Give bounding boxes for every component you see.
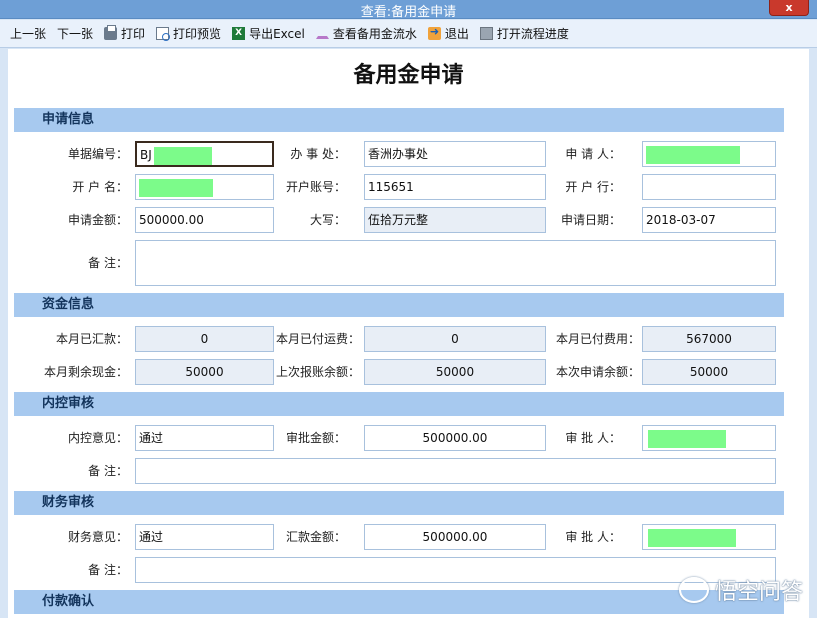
- watermark-text: 悟空问答: [714, 580, 803, 605]
- exit-button[interactable]: 退出: [424, 23, 473, 45]
- apply-balance-field: 50000: [642, 359, 776, 385]
- watermark-logo-icon: [678, 577, 709, 603]
- exit-label: 退出: [444, 27, 469, 41]
- cash-left-label: 本月剩余现金：: [43, 365, 128, 379]
- print-icon: [104, 25, 118, 40]
- section-finance-review: 财务审核: [14, 491, 784, 515]
- next-label: 下一张: [57, 27, 94, 41]
- finance-opinion-label: 财务意见：: [67, 530, 128, 544]
- approved-amount-label: 审批金额：: [285, 431, 346, 445]
- last-balance-label: 上次报账余额：: [275, 365, 360, 379]
- date-field[interactable]: 2018-03-07: [642, 207, 776, 233]
- expense-label: 本月已付费用：: [555, 332, 640, 346]
- watermark: 悟空问答: [678, 574, 803, 606]
- internal-approver-label: 审 批 人：: [565, 431, 621, 445]
- exit-icon: [427, 25, 441, 40]
- open-process-button[interactable]: 打开流程进度: [476, 23, 573, 45]
- account-no-label: 开户账号：: [285, 180, 346, 194]
- prev-label: 上一张: [10, 27, 47, 41]
- apply-balance-label: 本次申请余额：: [555, 365, 640, 379]
- remit-label: 本月已汇款：: [55, 332, 128, 346]
- section-payment-confirm: 付款确认: [14, 590, 784, 614]
- redaction-block: [648, 528, 736, 547]
- print-preview-icon: [156, 27, 171, 41]
- remit-amount-label: 汇款金额：: [285, 530, 346, 544]
- excel-icon: X: [232, 27, 246, 40]
- print-label: 打印: [121, 27, 146, 41]
- section-internal-review: 内控审核: [14, 392, 784, 416]
- section-fund-info: 资金信息: [14, 293, 784, 317]
- export-excel-button[interactable]: X 导出Excel: [228, 23, 309, 45]
- internal-opinion-label: 内控意见：: [67, 431, 128, 445]
- view-flow-label: 查看备用金流水: [332, 27, 417, 41]
- flow-icon: [479, 27, 493, 40]
- internal-remark-label: 备 注：: [88, 464, 128, 478]
- freight-field: 0: [364, 326, 546, 352]
- account-name-label: 开 户 名：: [72, 180, 128, 194]
- applicant-label: 申 请 人：: [565, 147, 621, 161]
- applicant-field[interactable]: [642, 141, 776, 167]
- close-button[interactable]: x: [769, 0, 809, 16]
- bank-field[interactable]: [642, 174, 776, 200]
- section-apply-info: 申请信息: [14, 108, 784, 132]
- date-label: 申请日期：: [560, 213, 621, 227]
- page-title: 备用金申请: [353, 63, 464, 88]
- export-excel-label: 导出Excel: [249, 27, 305, 41]
- toolbar: 上一张 下一张 打印 打印预览 X 导出Excel 查看备用金流水 退出 打开流…: [0, 20, 817, 48]
- finance-approver-label: 审 批 人：: [565, 530, 621, 544]
- prev-button[interactable]: 上一张: [6, 23, 50, 45]
- next-button[interactable]: 下一张: [53, 23, 97, 45]
- title-bar: 查看:备用金申请 x: [0, 0, 817, 20]
- view-flow-button[interactable]: 查看备用金流水: [312, 23, 421, 45]
- expense-field: 567000: [642, 326, 776, 352]
- redaction-block: [153, 146, 212, 165]
- redaction-block: [648, 429, 726, 448]
- remark-field[interactable]: [135, 240, 776, 286]
- finance-remark-label: 备 注：: [88, 563, 128, 577]
- print-preview-label: 打印预览: [173, 27, 222, 41]
- amount-label: 申请金额：: [67, 213, 128, 227]
- freight-label: 本月已付运费：: [275, 332, 360, 346]
- remark-label: 备 注：: [88, 256, 128, 270]
- cart-icon: [315, 30, 329, 39]
- window-title: 查看:备用金申请: [360, 5, 457, 20]
- amount-upper-label: 大写：: [309, 213, 346, 227]
- redaction-block: [139, 178, 213, 197]
- finance-approver-field[interactable]: [642, 524, 776, 550]
- open-process-label: 打开流程进度: [496, 27, 569, 41]
- print-button[interactable]: 打印: [100, 23, 149, 45]
- doc-no-label: 单据编号：: [67, 147, 128, 161]
- office-label: 办 事 处：: [290, 147, 346, 161]
- bank-label: 开 户 行：: [565, 180, 621, 194]
- form-panel: 备用金申请 申请信息 单据编号： BJ 办 事 处： 香洲办事处 申 请 人： …: [8, 49, 809, 618]
- doc-no-value: BJ: [140, 148, 152, 162]
- last-balance-field: 50000: [364, 359, 546, 385]
- internal-approver-field[interactable]: [642, 425, 776, 451]
- print-preview-button[interactable]: 打印预览: [152, 23, 225, 45]
- redaction-block: [646, 145, 740, 164]
- internal-remark-field[interactable]: [135, 458, 776, 484]
